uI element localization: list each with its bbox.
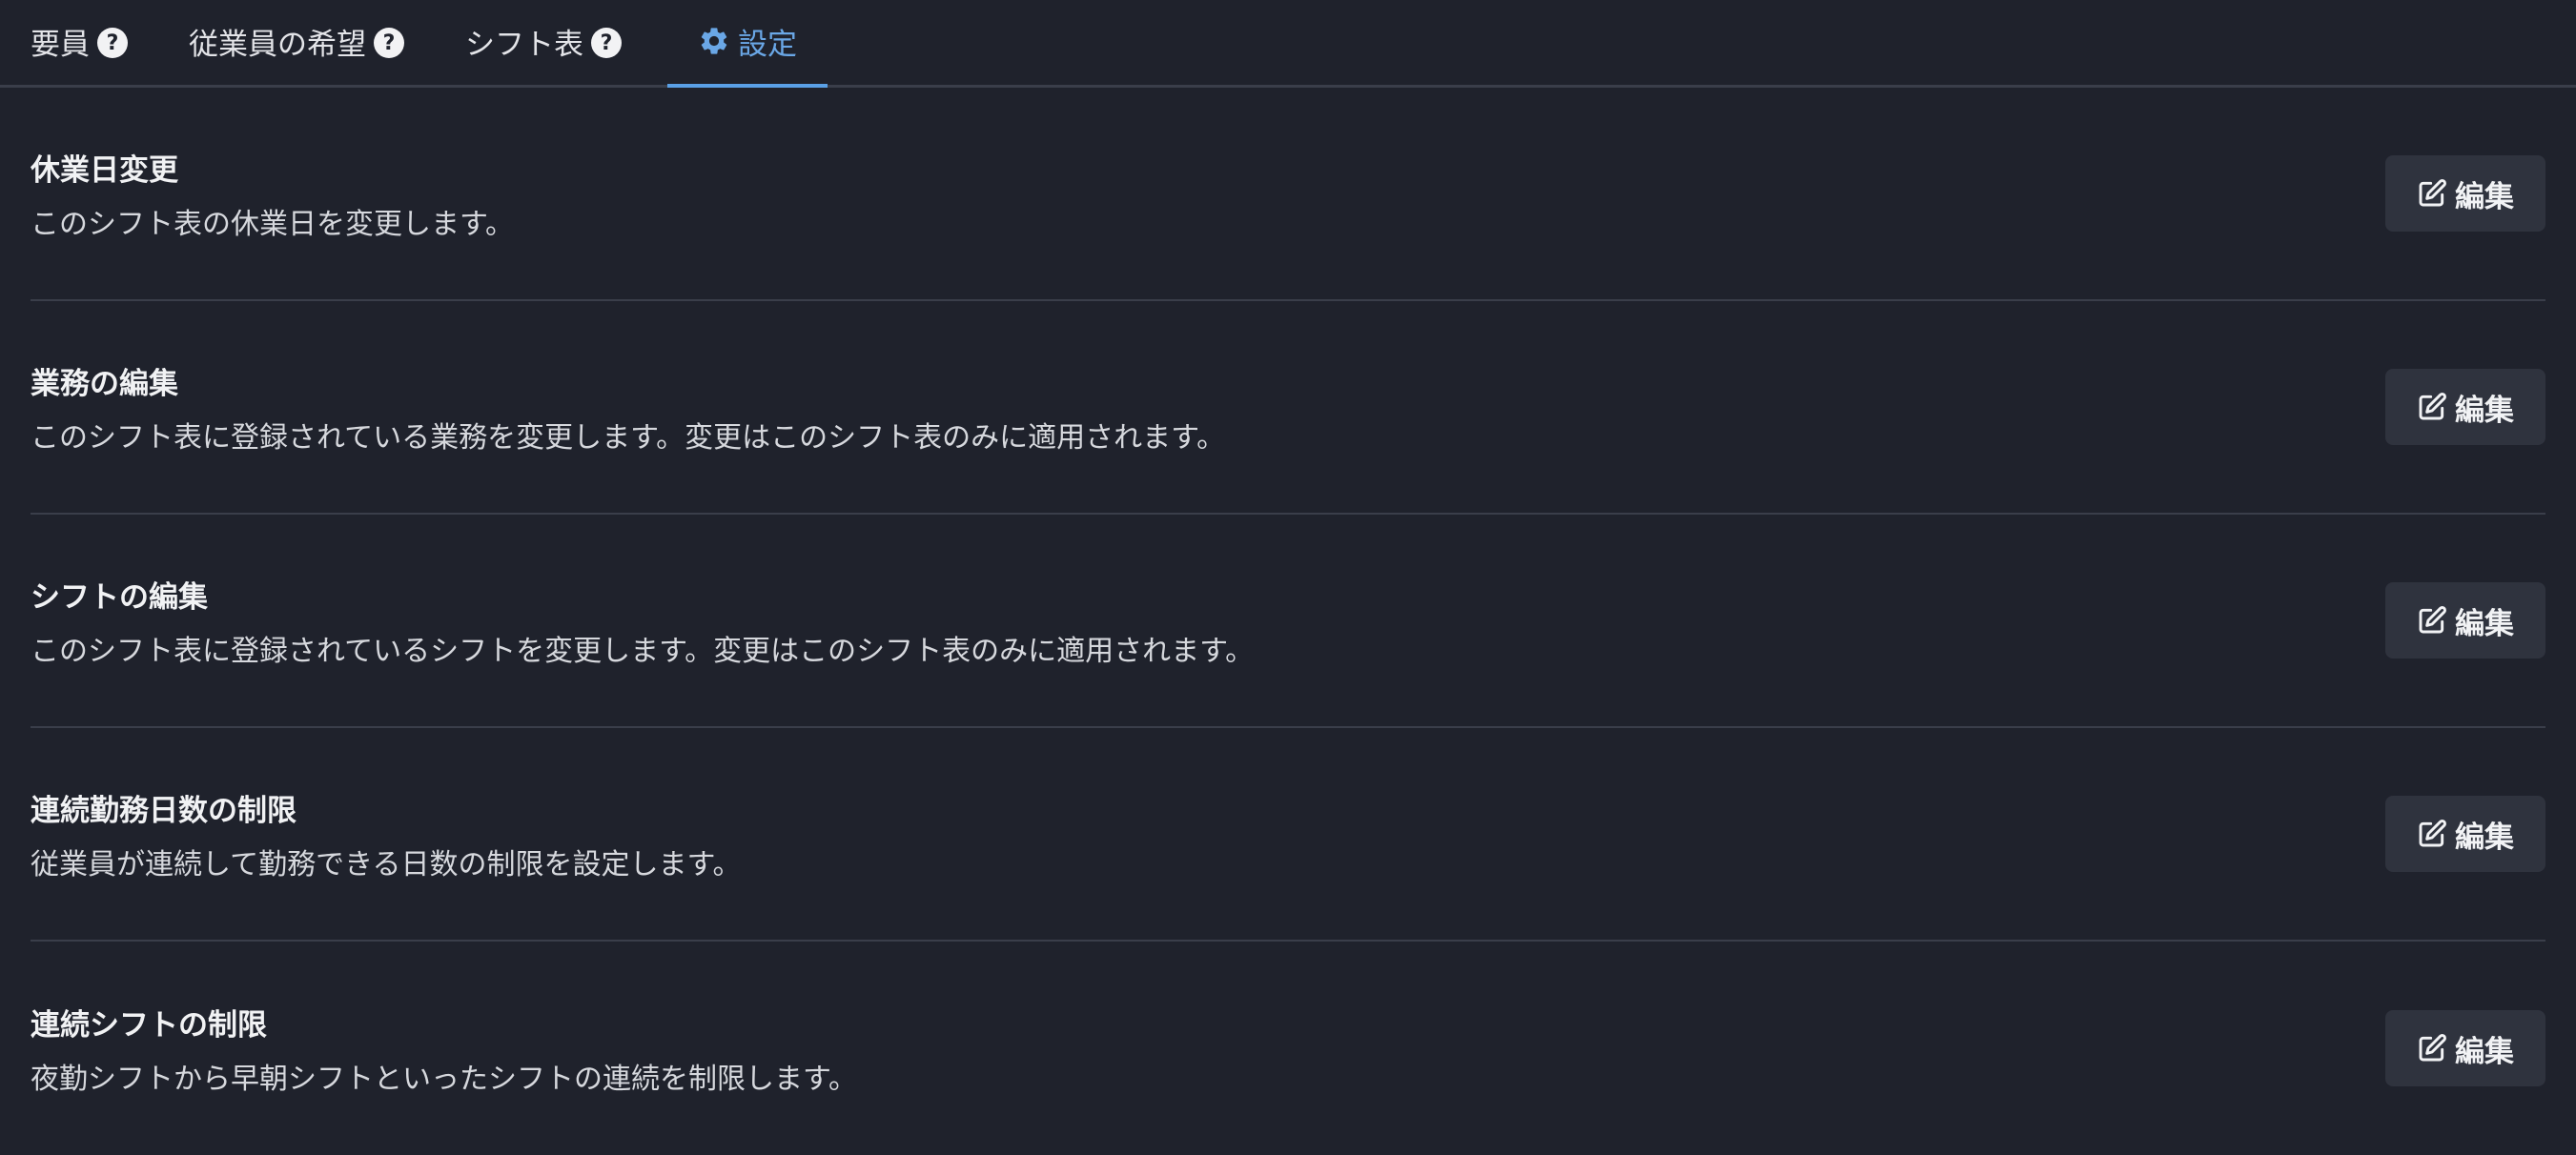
edit-button-label: 編集 [2455, 820, 2514, 855]
help-icon[interactable]: ? [591, 28, 622, 58]
setting-title: シフトの編集 [31, 579, 208, 615]
setting-description: このシフト表の休業日を変更します。 [31, 207, 514, 241]
tab-settings[interactable]: 設定 [667, 0, 828, 88]
setting-holidays: 休業日変更 このシフト表の休業日を変更します。 編集 [31, 88, 2545, 301]
edit-tasks-button[interactable]: 編集 [2385, 369, 2545, 445]
edit-button-label: 編集 [2455, 606, 2514, 641]
edit-consecutive-shifts-button[interactable]: 編集 [2385, 1010, 2545, 1086]
edit-button-label: 編集 [2455, 1034, 2514, 1069]
edit-icon [2417, 819, 2447, 849]
edit-shifts-button[interactable]: 編集 [2385, 582, 2545, 659]
setting-description: このシフト表に登録されているシフトを変更します。変更はこのシフト表のみに適用され… [31, 634, 1255, 668]
edit-button-label: 編集 [2455, 393, 2514, 428]
setting-consecutive-workdays: 連続勤務日数の制限 従業員が連続して勤務できる日数の制限を設定します。 編集 [31, 728, 2545, 942]
tab-shift-table-label: シフト表 [465, 27, 583, 62]
settings-list: 休業日変更 このシフト表の休業日を変更します。 編集 業務の編集 このシフト表に… [0, 88, 2576, 1155]
setting-title: 連続シフトの制限 [31, 1007, 267, 1043]
edit-icon [2417, 178, 2447, 209]
tab-settings-label: 設定 [738, 27, 797, 62]
help-icon[interactable]: ? [97, 28, 128, 58]
edit-holidays-button[interactable]: 編集 [2385, 155, 2545, 232]
setting-description: このシフト表に登録されている業務を変更します。変更はこのシフト表のみに適用されま… [31, 420, 1226, 455]
help-icon[interactable]: ? [374, 28, 404, 58]
tab-employee-requests[interactable]: 従業員の希望 ? [189, 0, 435, 85]
gear-icon [698, 25, 730, 57]
setting-shifts: シフトの編集 このシフト表に登録されているシフトを変更します。変更はこのシフト表… [31, 515, 2545, 728]
setting-title: 業務の編集 [31, 366, 178, 401]
setting-tasks: 業務の編集 このシフト表に登録されている業務を変更します。変更はこのシフト表のみ… [31, 301, 2545, 515]
setting-description: 夜勤シフトから早朝シフトといったシフトの連続を制限します。 [31, 1062, 857, 1096]
tab-staff[interactable]: 要員 ? [31, 0, 158, 85]
edit-consecutive-workdays-button[interactable]: 編集 [2385, 796, 2545, 872]
setting-description: 従業員が連続して勤務できる日数の制限を設定します。 [31, 847, 742, 881]
tab-staff-label: 要員 [31, 27, 90, 62]
edit-icon [2417, 392, 2447, 422]
tab-bar: 要員 ? 従業員の希望 ? シフト表 ? 設定 [0, 0, 2576, 88]
edit-button-label: 編集 [2455, 179, 2514, 214]
setting-title: 休業日変更 [31, 152, 178, 188]
edit-icon [2417, 1033, 2447, 1064]
setting-consecutive-shifts: 連続シフトの制限 夜勤シフトから早朝シフトといったシフトの連続を制限します。 編… [31, 942, 2545, 1155]
tab-shift-table[interactable]: シフト表 ? [465, 0, 652, 85]
setting-title: 連続勤務日数の制限 [31, 793, 296, 828]
tab-employee-requests-label: 従業員の希望 [189, 27, 366, 62]
edit-icon [2417, 605, 2447, 636]
